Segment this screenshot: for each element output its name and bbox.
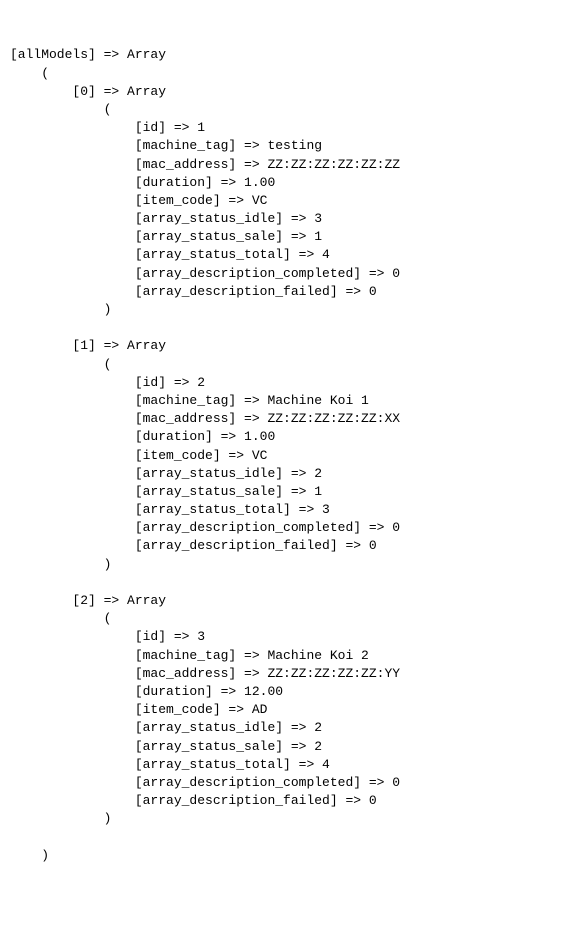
array-dump: [allModels] => Array ( [0] => Array ( [i… [10,46,567,864]
